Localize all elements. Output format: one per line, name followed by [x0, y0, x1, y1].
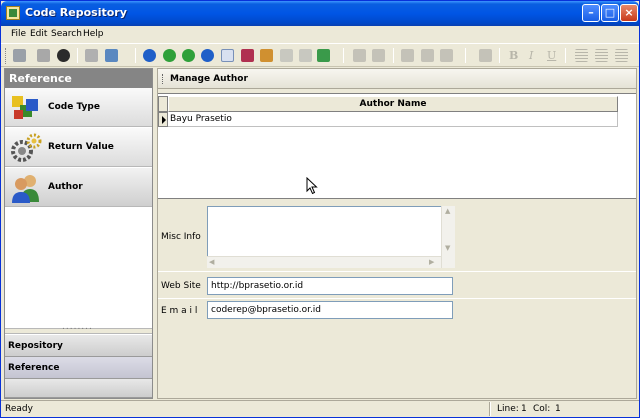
- toolbar-separator: [77, 48, 78, 63]
- minimize-icon: –: [588, 6, 594, 19]
- section-repository[interactable]: Repository: [5, 335, 152, 357]
- close-button[interactable]: ×: [620, 4, 638, 22]
- table-row[interactable]: Bayu Prasetio: [158, 112, 618, 127]
- nav-item-code-type[interactable]: Code Type: [5, 88, 152, 127]
- align-right-icon[interactable]: [615, 49, 628, 62]
- toolbar: B I U: [1, 43, 639, 67]
- print-preview-icon[interactable]: [105, 49, 118, 62]
- delete-icon[interactable]: [57, 49, 70, 62]
- line-label: Line:: [497, 404, 519, 414]
- scroll-down-icon[interactable]: ▼: [445, 244, 450, 252]
- maximize-icon: □: [604, 6, 616, 19]
- window-title: Code Repository: [25, 6, 127, 19]
- close-icon: ×: [624, 6, 634, 19]
- mouse-cursor-icon: [306, 177, 318, 195]
- web-site-label: Web Site: [161, 281, 201, 291]
- email-input[interactable]: [207, 301, 453, 319]
- content-panel: Manage Author Author Name Bayu Prasetio …: [157, 68, 637, 399]
- first-record-icon[interactable]: [143, 49, 156, 62]
- scroll-right-icon[interactable]: ▶: [429, 258, 434, 266]
- italic-icon[interactable]: I: [529, 49, 542, 62]
- section-empty: [5, 379, 152, 398]
- gears-icon: [11, 133, 42, 162]
- menu-help[interactable]: Help: [83, 29, 104, 39]
- nav-label: Return Value: [48, 142, 114, 152]
- toolbar-separator: [565, 48, 566, 63]
- status-bar: Ready Line: 1 Col: 1: [1, 400, 639, 417]
- menu-bar: File Edit Search Help: [1, 26, 639, 43]
- memo-horizontal-scrollbar[interactable]: ◀ ▶: [207, 256, 441, 268]
- print-icon[interactable]: [85, 49, 98, 62]
- next-record-icon[interactable]: [182, 49, 195, 62]
- post-icon[interactable]: [280, 49, 293, 62]
- edit-icon[interactable]: [241, 49, 254, 62]
- cut-icon[interactable]: [401, 49, 414, 62]
- column-header-author-name[interactable]: Author Name: [168, 96, 618, 112]
- paste-icon[interactable]: [440, 49, 453, 62]
- status-separator: [489, 402, 491, 416]
- left-navigation-panel: Reference Code Type Return Value Author …: [4, 68, 153, 399]
- prev-record-icon[interactable]: [163, 49, 176, 62]
- app-window: Code Repository – □ × File Edit Search H…: [0, 0, 640, 418]
- users-icon: [12, 175, 39, 203]
- toolbar-separator: [465, 48, 466, 63]
- edit-record-icon[interactable]: [260, 49, 273, 62]
- panel-splitter[interactable]: [5, 322, 152, 334]
- author-grid[interactable]: Author Name Bayu Prasetio: [158, 93, 636, 199]
- toolbar-separator: [343, 48, 344, 63]
- underline-icon[interactable]: U: [547, 49, 560, 62]
- toolbar-separator: [135, 48, 136, 63]
- menu-search[interactable]: Search: [51, 29, 82, 39]
- scroll-up-icon[interactable]: ▲: [445, 207, 450, 215]
- nav-label: Author: [48, 182, 83, 192]
- table-cell[interactable]: Bayu Prasetio: [168, 112, 618, 127]
- undo-icon[interactable]: [353, 49, 366, 62]
- section-reference[interactable]: Reference: [5, 357, 152, 379]
- nav-item-return-value[interactable]: Return Value: [5, 128, 152, 167]
- web-site-input[interactable]: [207, 277, 453, 295]
- bookmark-icon[interactable]: [479, 49, 492, 62]
- panel-header: Reference: [5, 69, 152, 88]
- toolbar-separator: [393, 48, 394, 63]
- memo-vertical-scrollbar[interactable]: ▲ ▼: [441, 206, 455, 268]
- app-icon: [6, 6, 20, 20]
- last-record-icon[interactable]: [201, 49, 214, 62]
- toolbar-separator: [499, 48, 500, 63]
- current-row-indicator-icon: [158, 112, 168, 127]
- new-icon[interactable]: [13, 49, 26, 62]
- redo-icon[interactable]: [372, 49, 385, 62]
- misc-info-label: Misc Info: [161, 232, 201, 242]
- cancel-icon[interactable]: [299, 49, 312, 62]
- align-left-icon[interactable]: [575, 49, 588, 62]
- field-divider: [158, 298, 636, 299]
- grid-indicator-header: [158, 96, 168, 112]
- maximize-button[interactable]: □: [601, 4, 619, 22]
- nav-label: Code Type: [48, 102, 100, 112]
- col-value: 1: [555, 404, 561, 414]
- align-center-icon[interactable]: [595, 49, 608, 62]
- bold-icon[interactable]: B: [509, 49, 522, 62]
- nav-item-author[interactable]: Author: [5, 168, 152, 207]
- open-icon[interactable]: [37, 49, 50, 62]
- col-label: Col:: [533, 404, 551, 414]
- minimize-button[interactable]: –: [582, 4, 600, 22]
- menu-edit[interactable]: Edit: [30, 29, 47, 39]
- cubes-icon: [12, 96, 38, 119]
- menu-file[interactable]: File: [11, 29, 26, 39]
- refresh-icon[interactable]: [317, 49, 330, 62]
- title-bar[interactable]: Code Repository – □ ×: [1, 1, 639, 26]
- scroll-left-icon[interactable]: ◀: [209, 258, 214, 266]
- line-value: 1: [521, 404, 527, 414]
- content-header: Manage Author: [158, 69, 636, 89]
- toolbar-grip[interactable]: [5, 48, 8, 64]
- email-label: E m a i l: [161, 306, 198, 316]
- status-text: Ready: [5, 404, 33, 414]
- field-divider: [158, 271, 636, 272]
- new-record-icon[interactable]: [221, 49, 234, 62]
- copy-icon[interactable]: [421, 49, 434, 62]
